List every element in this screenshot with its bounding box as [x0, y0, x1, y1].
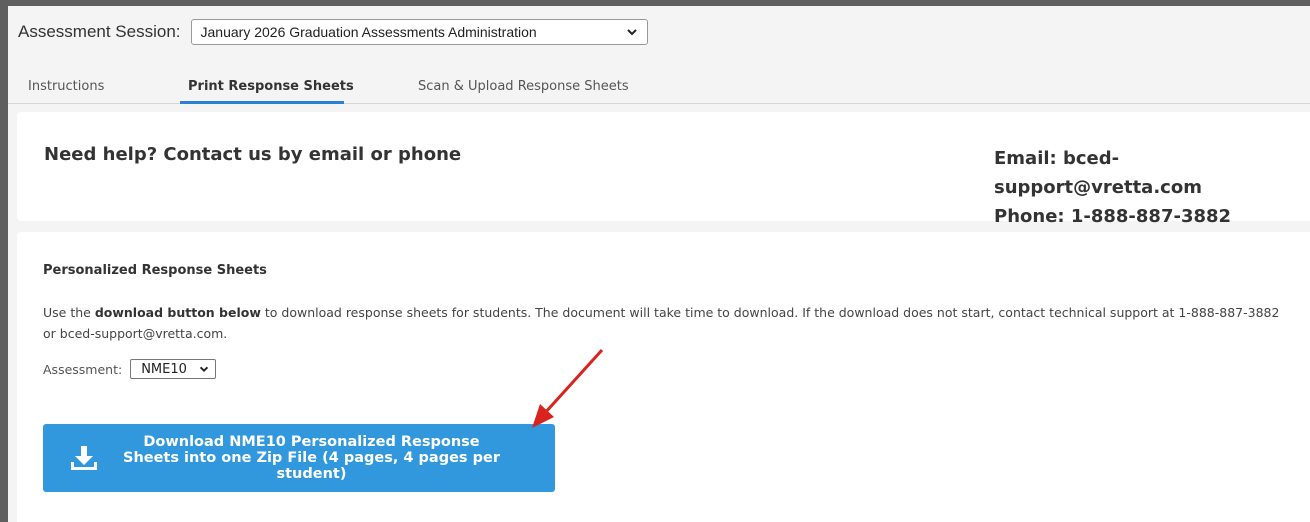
assessment-select-value: NME10	[141, 361, 187, 377]
desc-prefix: Use the	[43, 305, 95, 320]
red-arrow-annotation	[532, 348, 604, 428]
help-title: Need help? Contact us by email or phone	[44, 144, 462, 165]
help-email[interactable]: Email: bced-support@vretta.com	[994, 144, 1310, 202]
tab-instructions[interactable]: Instructions	[28, 79, 104, 94]
chevron-down-icon	[200, 366, 209, 373]
download-button-label: Download NME10 Personalized Response She…	[98, 434, 555, 482]
response-sheets-card: Personalized Response Sheets Use the dow…	[17, 232, 1310, 522]
download-label-line1: Download NME10 Personalized Response	[143, 434, 480, 450]
assessment-select[interactable]: NME10	[130, 359, 217, 379]
session-label: Assessment Session:	[18, 22, 181, 41]
tab-print-response-sheets[interactable]: Print Response Sheets	[188, 79, 354, 94]
chevron-down-icon	[626, 29, 637, 36]
tab-bar: Instructions Print Response Sheets Scan …	[8, 68, 1310, 104]
active-tab-indicator	[180, 101, 344, 104]
desc-bold: download button below	[94, 305, 261, 320]
session-select[interactable]: January 2026 Graduation Assessments Admi…	[190, 19, 648, 45]
sheets-description: Use the download button below to downloa…	[43, 302, 1293, 344]
session-select-value: January 2026 Graduation Assessments Admi…	[200, 24, 537, 40]
assessment-row: Assessment: NME10	[43, 359, 217, 379]
tab-scan-upload[interactable]: Scan & Upload Response Sheets	[418, 79, 629, 94]
app-page: Assessment Session: January 2026 Graduat…	[8, 6, 1310, 522]
download-label-line2: Sheets into one Zip File (4 pages, 4 pag…	[123, 450, 500, 482]
help-card: Need help? Contact us by email or phone …	[17, 112, 1310, 227]
download-tray-icon	[71, 446, 97, 470]
download-button[interactable]: Download NME10 Personalized Response She…	[43, 424, 555, 492]
help-phone: Phone: 1-888-887-3882	[994, 206, 1232, 227]
assessment-label: Assessment:	[43, 361, 123, 377]
help-contact: Email: bced-support@vretta.com Phone: 1-…	[994, 144, 1310, 231]
sheets-title: Personalized Response Sheets	[43, 263, 267, 278]
session-row: Assessment Session: January 2026 Graduat…	[18, 19, 648, 45]
